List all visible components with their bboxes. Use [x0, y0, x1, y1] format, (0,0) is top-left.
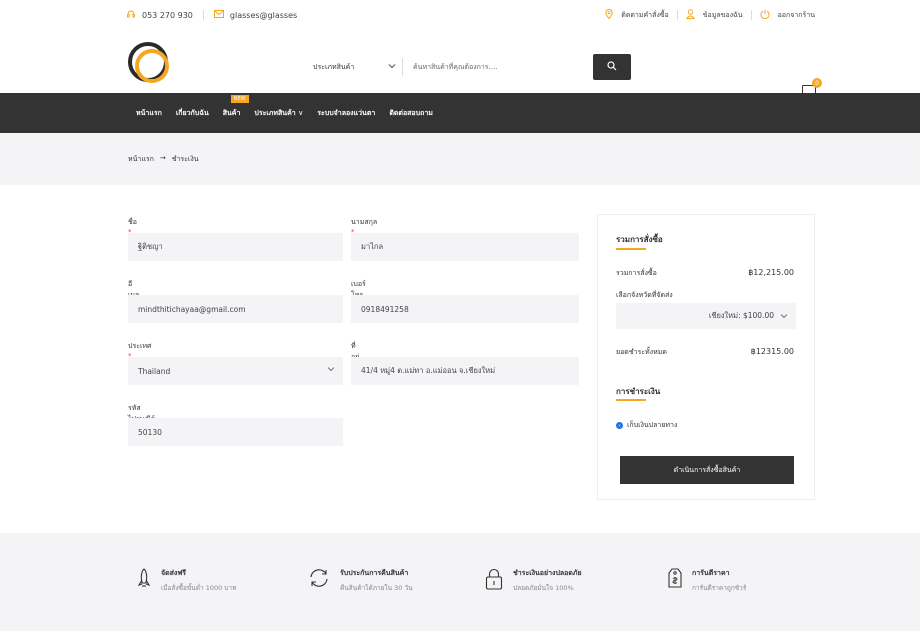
phone-field[interactable]: 0918491258: [351, 295, 579, 323]
location-icon: [605, 8, 613, 21]
search-icon: [607, 61, 617, 73]
feature-subtitle: คืนสินค้าได้ภายใน 30 วัน: [340, 584, 413, 592]
chevron-down-icon: ∨: [298, 108, 304, 117]
feature-secure-payment: ชำระเงินอย่างปลอดภัย ปลอดภัยมั่นใจ 100%: [485, 568, 582, 593]
subtotal-label: รวมการสั่งซื้อ: [616, 269, 657, 277]
title-underline: [616, 399, 646, 401]
email-address[interactable]: glasses@glasses: [230, 11, 297, 20]
subtotal-value: ฿12,215.00: [748, 268, 794, 277]
price-tag-icon: [668, 568, 682, 590]
breadcrumb-home[interactable]: หน้าแรก: [128, 154, 154, 165]
category-select[interactable]: ประเภทสินค้า: [313, 58, 403, 76]
power-icon: [760, 9, 770, 21]
site-header: ประเภทสินค้า ค้นหาสินค้าที่คุณต้องการ...…: [0, 30, 920, 97]
feature-title: ชำระเงินอย่างปลอดภัย: [513, 569, 582, 577]
last-name-field[interactable]: มาไกล: [351, 233, 579, 261]
nav-item-contact[interactable]: ติดต่อสอบถาม: [389, 108, 433, 119]
logout-link[interactable]: ออกจากร้าน: [778, 10, 815, 21]
feature-free-shipping: จัดส่งฟรี เมื่อสั่งซื้อขั้นต่ำ 1000 บาท: [137, 568, 236, 593]
cart-count-badge: 0: [812, 78, 822, 88]
feature-return-guarantee: รับประกันการคืนสินค้า คืนสินค้าได้ภายใน …: [308, 568, 413, 593]
search-input[interactable]: ค้นหาสินค้าที่คุณต้องการ....: [403, 62, 593, 73]
new-badge: NEW: [230, 94, 249, 103]
feature-subtitle: เมื่อสั่งซื้อขั้นต่ำ 1000 บาท: [161, 584, 237, 592]
footer-features: จัดส่งฟรี เมื่อสั่งซื้อขั้นต่ำ 1000 บาท …: [0, 533, 920, 631]
my-account-link[interactable]: ข้อมูลของฉัน: [703, 10, 743, 21]
order-summary-title: รวมการสั่งซื้อ: [616, 235, 663, 244]
feature-subtitle: การันตีราคาถูกชัวร์: [692, 584, 747, 592]
chevron-down-icon: [327, 365, 335, 374]
arrow-right-icon: →: [159, 154, 166, 162]
feature-price-guarantee: การันตีราคา การันตีราคาถูกชัวร์: [668, 568, 746, 593]
refresh-icon: [308, 568, 330, 590]
breadcrumb: หน้าแรก → ชำระเงิน: [0, 133, 920, 185]
chevron-down-icon: [780, 312, 788, 321]
account-links: ติดตามคำสั่งซื้อ ข้อมูลของฉัน ออกจากร้าน: [605, 8, 815, 21]
total-row: ยอดชำระทั้งหมด ฿12315.00: [616, 347, 794, 358]
address-field[interactable]: 41/4 หมู่4 ต.แม่ทา อ.แม่ออน จ.เชียงใหม่: [351, 357, 579, 385]
shipping-label: เลือกจังหวัดที่จัดส่ง: [616, 291, 673, 299]
postal-code-field[interactable]: 50130: [128, 418, 343, 446]
category-select-label: ประเภทสินค้า: [313, 62, 355, 71]
total-value: ฿12315.00: [750, 347, 794, 356]
search-button[interactable]: [593, 54, 631, 80]
phone-number[interactable]: 053 270 930: [142, 11, 193, 20]
place-order-button[interactable]: ดำเนินการสั่งซื้อสินค้า: [620, 456, 794, 484]
nav-item-about[interactable]: เกี่ยวกับฉัน: [176, 108, 209, 119]
shipping-province-value: เชียงใหม่: $100.00: [708, 311, 774, 320]
nav-item-categories[interactable]: ประเภทสินค้า ∨: [254, 108, 303, 119]
nav-item-glasses-simulator[interactable]: ระบบจำลองแว่นตา: [317, 108, 375, 119]
mail-icon: [213, 10, 224, 20]
search-bar: ประเภทสินค้า ค้นหาสินค้าที่คุณต้องการ...…: [313, 54, 631, 80]
payment-title: การชำระเงิน: [616, 387, 661, 396]
total-label: ยอดชำระทั้งหมด: [616, 348, 667, 356]
payment-option-cod[interactable]: เก็บเงินปลายทาง: [616, 420, 677, 431]
nav-item-products-label: สินค้า: [222, 108, 241, 117]
phone-icon: [126, 9, 136, 21]
subtotal-row: รวมการสั่งซื้อ ฿12,215.00: [616, 268, 794, 279]
shipping-province-select[interactable]: เชียงใหม่: $100.00: [616, 303, 796, 329]
shipping-row: เลือกจังหวัดที่จัดส่ง: [616, 290, 794, 301]
lock-icon: [485, 568, 503, 592]
feature-title: การันตีราคา: [692, 569, 730, 577]
user-icon: [685, 9, 695, 21]
feature-title: รับประกันการคืนสินค้า: [340, 569, 409, 577]
country-select[interactable]: Thailand: [128, 357, 343, 385]
nav-item-categories-label: ประเภทสินค้า: [254, 108, 296, 117]
main-nav: หน้าแรก เกี่ยวกับฉัน NEW สินค้า ประเภทสิ…: [0, 93, 920, 133]
top-bar: 053 270 930 glasses@glasses ติดตามคำสั่ง…: [0, 0, 920, 30]
divider: [750, 10, 752, 20]
feature-subtitle: ปลอดภัยมั่นใจ 100%: [513, 584, 574, 592]
title-underline: [616, 248, 646, 250]
order-summary: รวมการสั่งซื้อ รวมการสั่งซื้อ ฿12,215.00…: [597, 214, 815, 500]
rocket-icon: [137, 568, 151, 592]
radio-checked-icon: [616, 422, 623, 429]
divider: [202, 10, 204, 20]
track-order-link[interactable]: ติดตามคำสั่งซื้อ: [621, 10, 668, 21]
divider: [676, 10, 678, 20]
country-value: Thailand: [138, 366, 171, 376]
email-field[interactable]: mindthitichayaa@gmail.com: [128, 295, 343, 323]
first-name-field[interactable]: ฐิติชญา: [128, 233, 343, 261]
chevron-down-icon: [388, 63, 396, 71]
site-logo[interactable]: [128, 42, 169, 83]
nav-item-products[interactable]: NEW สินค้า: [222, 94, 249, 119]
nav-item-home[interactable]: หน้าแรก: [136, 108, 162, 119]
breadcrumb-current: ชำระเงิน: [171, 155, 199, 163]
payment-option-label: เก็บเงินปลายทาง: [627, 421, 678, 429]
feature-title: จัดส่งฟรี: [161, 569, 187, 577]
contact-info: 053 270 930 glasses@glasses: [126, 9, 297, 21]
